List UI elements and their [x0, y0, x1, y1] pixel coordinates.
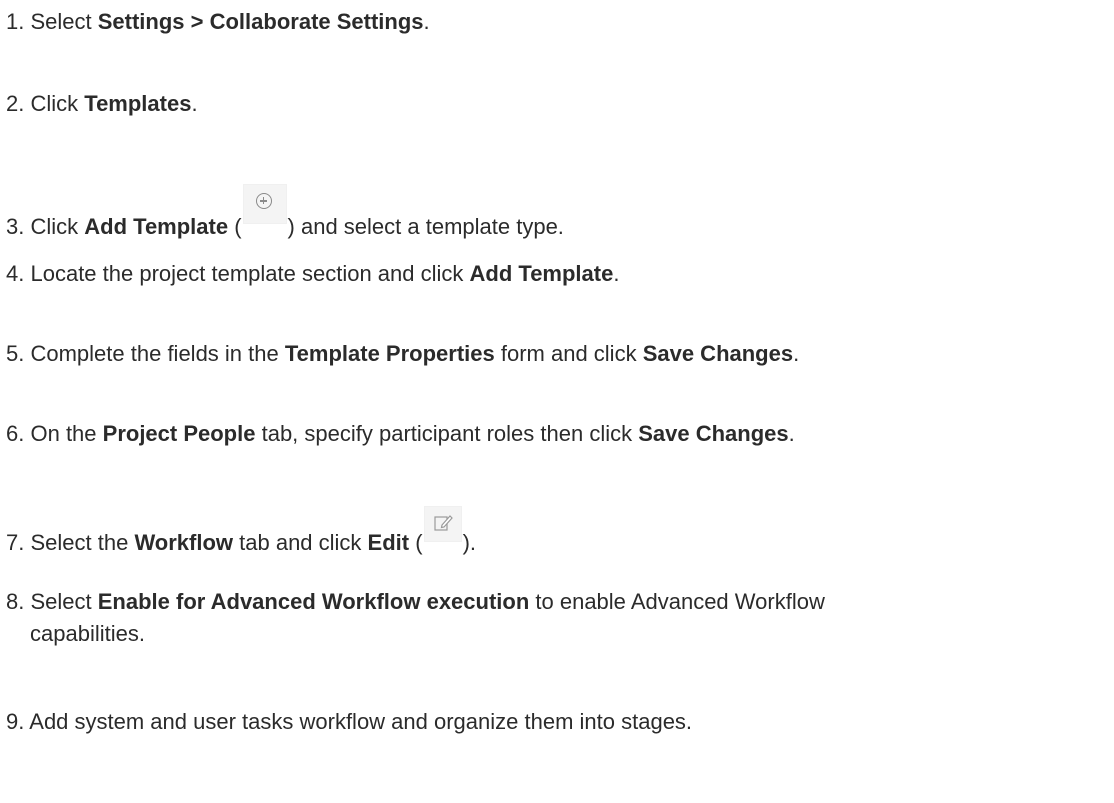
step-7: 7. Select the Workflow tab and click Edi…	[6, 506, 476, 559]
step-text: form and click	[494, 341, 643, 366]
step-8: 8. Select Enable for Advanced Workflow e…	[6, 586, 1106, 650]
edit-pencil-icon	[423, 506, 462, 542]
template-properties-label: Template Properties	[284, 341, 495, 366]
step-text: Complete the fields in the	[30, 341, 285, 366]
step-text: .	[793, 341, 800, 366]
workflow-label: Workflow	[134, 530, 234, 555]
step-number: 5.	[6, 341, 25, 366]
step-1: 1. Select Settings > Collaborate Setting…	[6, 6, 430, 38]
step-text: .	[613, 261, 620, 286]
step-text: On the	[30, 421, 103, 446]
step-3: 3. Click Add Template ( ) and select a te…	[6, 184, 564, 243]
add-circle-icon	[242, 184, 287, 224]
step-number: 9.	[6, 709, 25, 734]
step-text-continued: capabilities.	[30, 621, 145, 646]
step-4: 4. Locate the project template section a…	[6, 258, 619, 290]
edit-pencil-glyph	[433, 515, 453, 531]
step-text: Locate the project template section and …	[30, 261, 470, 286]
step-number: 7.	[6, 530, 25, 555]
edit-label: Edit	[367, 530, 410, 555]
step-text: to enable Advanced Workflow	[529, 589, 825, 614]
enable-advanced-workflow-label: Enable for Advanced Workflow execution	[97, 589, 530, 614]
save-changes-label: Save Changes	[642, 341, 794, 366]
step-text: tab and click	[233, 530, 368, 555]
step-number: 1.	[6, 9, 25, 34]
step-text: Select	[30, 589, 98, 614]
step-text: Click	[30, 91, 85, 116]
step-text: (	[228, 214, 242, 239]
add-template-label: Add Template	[469, 261, 614, 286]
step-number: 6.	[6, 421, 25, 446]
save-changes-label: Save Changes	[638, 421, 789, 446]
step-number: 2.	[6, 91, 25, 116]
step-text: Click	[30, 214, 85, 239]
step-text: tab, specify participant roles then clic…	[255, 421, 639, 446]
step-9: 9. Add system and user tasks workflow an…	[6, 706, 692, 738]
step-6: 6. On the Project People tab, specify pa…	[6, 418, 795, 450]
step-5: 5. Complete the fields in the Template P…	[6, 338, 799, 370]
menu-path: Settings > Collaborate Settings	[97, 9, 424, 34]
step-text: ) and select a template type.	[287, 214, 564, 239]
step-text: ).	[462, 530, 477, 555]
step-text: .	[788, 421, 795, 446]
step-text: (	[409, 530, 423, 555]
step-number: 3.	[6, 214, 25, 239]
step-text: Select the	[30, 530, 135, 555]
step-number: 8.	[6, 589, 25, 614]
step-text: .	[191, 91, 198, 116]
step-text: Select	[30, 9, 98, 34]
step-number: 4.	[6, 261, 25, 286]
step-text: Add system and user tasks workflow and o…	[29, 709, 693, 734]
step-text: .	[423, 9, 430, 34]
templates-label: Templates	[84, 91, 192, 116]
project-people-label: Project People	[102, 421, 256, 446]
step-2: 2. Click Templates.	[6, 88, 198, 120]
add-template-label: Add Template	[84, 214, 229, 239]
